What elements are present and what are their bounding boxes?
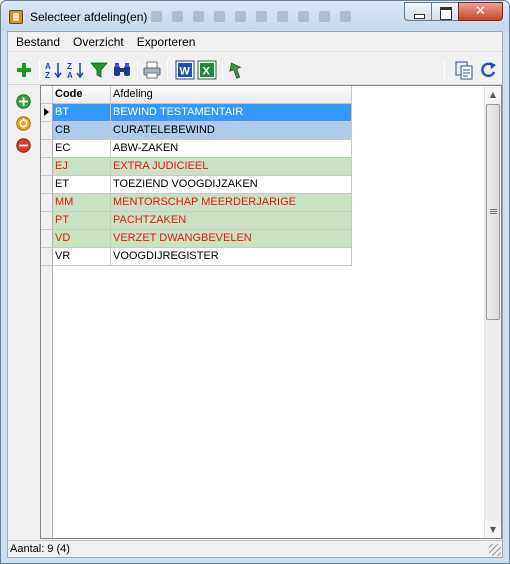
close-icon: ✕: [475, 4, 486, 19]
sort-descending-icon[interactable]: Z A: [66, 60, 86, 80]
app-icon: [9, 10, 23, 24]
cell-afdeling[interactable]: EXTRA JUDICIEEL: [111, 158, 352, 175]
header-indicator: [41, 86, 53, 104]
grid-rows: BT BEWIND TESTAMENTAIR CB CURATELEBEWIND EC A…: [41, 104, 352, 266]
svg-text:Z: Z: [67, 62, 72, 71]
sort-ascending-icon[interactable]: A Z: [44, 60, 64, 80]
scroll-up-arrow-icon[interactable]: ▲: [485, 86, 501, 103]
table-row[interactable]: ET TOEZIEND VOOGDIJZAKEN: [41, 176, 352, 194]
maximize-button[interactable]: [431, 2, 458, 21]
dialog-window: Selecteer afdeling(en) ✕ Bestand Overzic…: [0, 0, 510, 564]
cell-code[interactable]: BT: [53, 104, 111, 121]
vertical-scrollbar[interactable]: ▲ ▼: [484, 86, 501, 538]
cell-afdeling[interactable]: PACHTZAKEN: [111, 212, 352, 229]
table-row[interactable]: EJ EXTRA JUDICIEEL: [41, 158, 352, 176]
toolbar-separator: [222, 60, 223, 80]
cell-code[interactable]: ET: [53, 176, 111, 193]
edit-circle-icon[interactable]: [16, 116, 31, 131]
cell-code[interactable]: PT: [53, 212, 111, 229]
cell-afdeling[interactable]: BEWIND TESTAMENTAIR: [111, 104, 352, 121]
copy-icon[interactable]: [454, 60, 474, 80]
cell-afdeling[interactable]: CURATELEBEWIND: [111, 122, 352, 139]
client-area: Bestand Overzicht Exporteren A Z Z A W X…: [7, 31, 503, 558]
window-controls: ✕: [404, 2, 503, 22]
cell-code[interactable]: EJ: [53, 158, 111, 175]
row-indicator[interactable]: [41, 230, 53, 247]
toolbar-separator: [167, 60, 168, 80]
refresh-icon[interactable]: [478, 60, 498, 80]
menu-overzicht[interactable]: Overzicht: [68, 32, 129, 52]
cell-afdeling[interactable]: ABW-ZAKEN: [111, 140, 352, 157]
add-circle-icon[interactable]: [16, 94, 31, 109]
cell-afdeling[interactable]: VOOGDIJREGISTER: [111, 248, 352, 265]
row-indicator[interactable]: [41, 140, 53, 157]
cell-afdeling[interactable]: MENTORSCHAP MEERDERJARIGE: [111, 194, 352, 211]
svg-text:Z: Z: [45, 71, 50, 80]
cell-code[interactable]: MM: [53, 194, 111, 211]
scroll-down-arrow-icon[interactable]: ▼: [485, 521, 501, 538]
close-button[interactable]: ✕: [458, 2, 503, 21]
window-title: Selecteer afdeling(en): [30, 10, 148, 24]
toolbar-separator: [137, 60, 138, 80]
table-row[interactable]: CB CURATELEBEWIND: [41, 122, 352, 140]
table-row[interactable]: VR VOOGDIJREGISTER: [41, 248, 352, 266]
column-header-code[interactable]: Code: [53, 86, 111, 104]
status-bar: Aantal: 9 (4): [8, 540, 502, 557]
row-indicator[interactable]: [41, 158, 53, 175]
excel-export-icon[interactable]: X: [197, 60, 217, 80]
menu-exporteren[interactable]: Exporteren: [132, 32, 201, 52]
minimize-button[interactable]: [404, 2, 431, 21]
menu-bestand[interactable]: Bestand: [11, 32, 65, 52]
toolbar-separator: [39, 60, 40, 80]
add-icon[interactable]: [14, 60, 34, 80]
title-bar[interactable]: Selecteer afdeling(en) ✕: [1, 1, 509, 31]
toolbar: A Z Z A W X: [8, 53, 502, 85]
size-grip[interactable]: [489, 544, 501, 556]
print-icon[interactable]: [142, 60, 162, 80]
afdeling-grid[interactable]: Code Afdeling BT BEWIND TESTAMENTAIR CB CUR…: [40, 85, 502, 539]
svg-text:W: W: [180, 66, 191, 78]
word-export-icon[interactable]: W: [175, 60, 195, 80]
row-indicator[interactable]: [41, 248, 53, 265]
status-count: Aantal: 9 (4): [10, 543, 70, 555]
scroll-thumb[interactable]: [486, 104, 500, 320]
delete-circle-icon[interactable]: [16, 138, 31, 153]
side-action-bar: [8, 86, 40, 538]
grid-header: Code Afdeling: [41, 86, 352, 104]
filter-icon[interactable]: [89, 60, 109, 80]
find-icon[interactable]: [112, 60, 132, 80]
cell-afdeling[interactable]: TOEZIEND VOOGDIJZAKEN: [111, 176, 352, 193]
current-row-arrow-icon: [44, 108, 49, 116]
cell-code[interactable]: CB: [53, 122, 111, 139]
svg-text:A: A: [67, 71, 73, 80]
table-row[interactable]: EC ABW-ZAKEN: [41, 140, 352, 158]
table-row[interactable]: VD VERZET DWANGBEVELEN: [41, 230, 352, 248]
cell-code[interactable]: VR: [53, 248, 111, 265]
title-bar-background-icons: [151, 11, 371, 23]
cell-code[interactable]: VD: [53, 230, 111, 247]
column-header-afdeling[interactable]: Afdeling: [111, 86, 352, 104]
svg-text:A: A: [45, 62, 51, 71]
svg-text:X: X: [203, 66, 211, 78]
row-indicator[interactable]: [41, 194, 53, 211]
row-indicator[interactable]: [41, 104, 53, 121]
cell-code[interactable]: EC: [53, 140, 111, 157]
menu-bar: Bestand Overzicht Exporteren: [8, 32, 502, 52]
select-return-icon[interactable]: [228, 60, 248, 80]
table-row[interactable]: PT PACHTZAKEN: [41, 212, 352, 230]
row-indicator[interactable]: [41, 176, 53, 193]
row-indicator[interactable]: [41, 122, 53, 139]
cell-afdeling[interactable]: VERZET DWANGBEVELEN: [111, 230, 352, 247]
table-row[interactable]: MM MENTORSCHAP MEERDERJARIGE: [41, 194, 352, 212]
table-row[interactable]: BT BEWIND TESTAMENTAIR: [41, 104, 352, 122]
toolbar-separator: [444, 60, 445, 80]
row-indicator[interactable]: [41, 212, 53, 229]
